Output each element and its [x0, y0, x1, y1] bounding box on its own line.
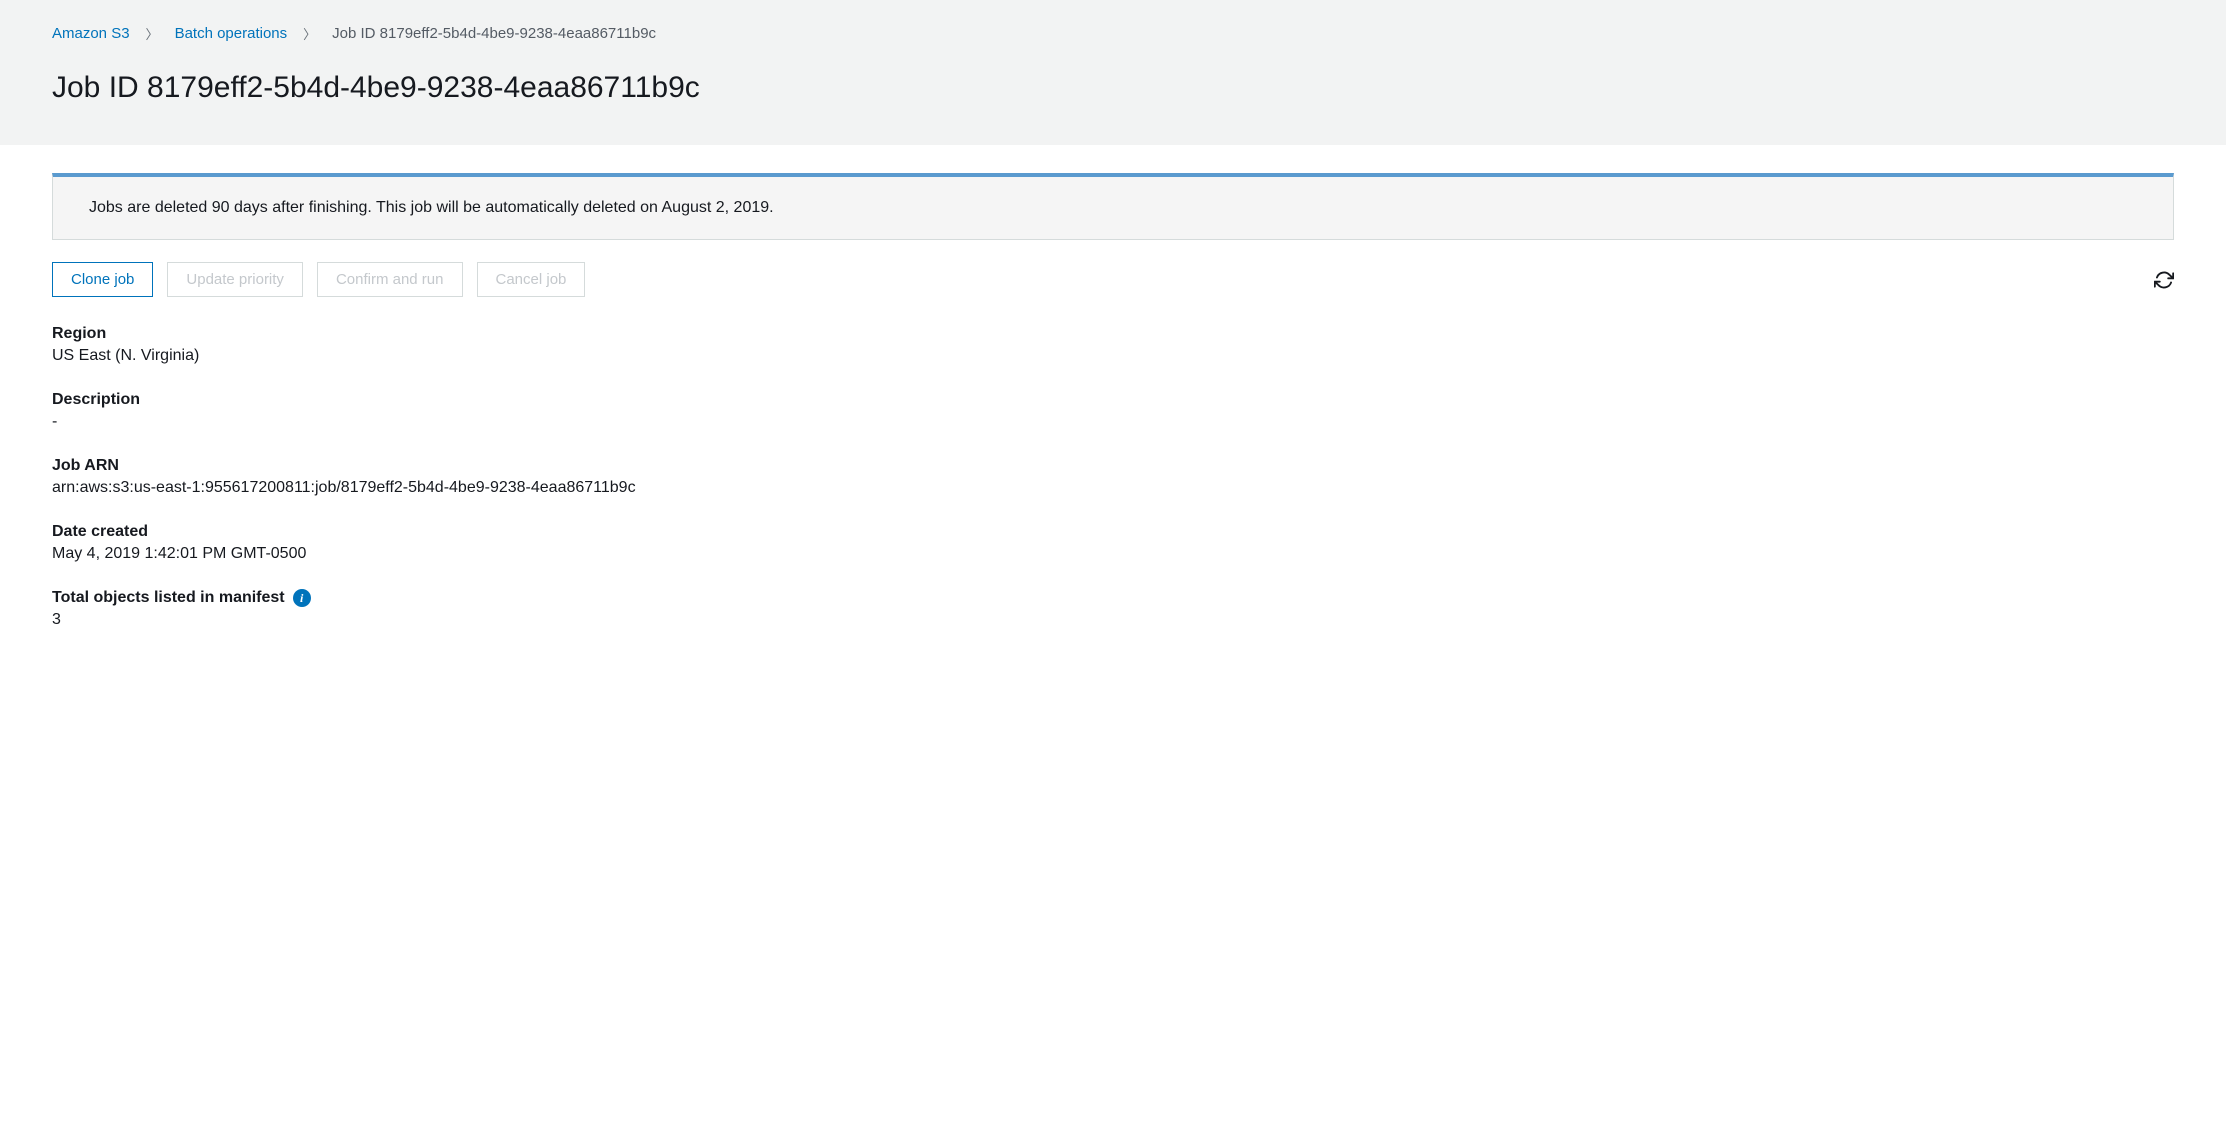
info-banner: Jobs are deleted 90 days after finishing…	[52, 173, 2174, 240]
content-section: Jobs are deleted 90 days after finishing…	[0, 145, 2226, 657]
page-title: Job ID 8179eff2-5b4d-4be9-9238-4eaa86711…	[52, 71, 2174, 105]
clone-job-button[interactable]: Clone job	[52, 262, 153, 297]
refresh-icon[interactable]	[2154, 270, 2174, 290]
chevron-right-icon: 〉	[303, 24, 316, 43]
detail-value-job-arn: arn:aws:s3:us-east-1:955617200811:job/81…	[52, 479, 2174, 497]
info-icon[interactable]: i	[293, 589, 311, 607]
action-bar: Clone job Update priority Confirm and ru…	[52, 262, 2174, 297]
detail-label-description: Description	[52, 391, 2174, 409]
detail-value-region: US East (N. Virginia)	[52, 347, 2174, 365]
detail-label-date-created: Date created	[52, 523, 2174, 541]
breadcrumb: Amazon S3 〉 Batch operations 〉 Job ID 81…	[52, 24, 2174, 43]
breadcrumb-current: Job ID 8179eff2-5b4d-4be9-9238-4eaa86711…	[332, 25, 656, 42]
details-list: Region US East (N. Virginia) Description…	[52, 325, 2174, 629]
detail-value-total-objects: 3	[52, 611, 2174, 629]
confirm-and-run-button[interactable]: Confirm and run	[317, 262, 463, 297]
detail-value-description: -	[52, 413, 2174, 431]
detail-value-date-created: May 4, 2019 1:42:01 PM GMT-0500	[52, 545, 2174, 563]
detail-job-arn: Job ARN arn:aws:s3:us-east-1:95561720081…	[52, 457, 2174, 497]
cancel-job-button[interactable]: Cancel job	[477, 262, 586, 297]
detail-label-job-arn: Job ARN	[52, 457, 2174, 475]
breadcrumb-link-batch-operations[interactable]: Batch operations	[175, 25, 288, 42]
detail-label-total-objects: Total objects listed in manifest i	[52, 589, 2174, 607]
header-section: Amazon S3 〉 Batch operations 〉 Job ID 81…	[0, 0, 2226, 145]
chevron-right-icon: 〉	[146, 24, 159, 43]
breadcrumb-link-s3[interactable]: Amazon S3	[52, 25, 130, 42]
info-banner-message: Jobs are deleted 90 days after finishing…	[89, 199, 774, 216]
update-priority-button[interactable]: Update priority	[167, 262, 303, 297]
detail-label-total-objects-text: Total objects listed in manifest	[52, 589, 285, 607]
detail-description: Description -	[52, 391, 2174, 431]
detail-label-region: Region	[52, 325, 2174, 343]
detail-region: Region US East (N. Virginia)	[52, 325, 2174, 365]
detail-date-created: Date created May 4, 2019 1:42:01 PM GMT-…	[52, 523, 2174, 563]
detail-total-objects: Total objects listed in manifest i 3	[52, 589, 2174, 629]
action-buttons: Clone job Update priority Confirm and ru…	[52, 262, 585, 297]
